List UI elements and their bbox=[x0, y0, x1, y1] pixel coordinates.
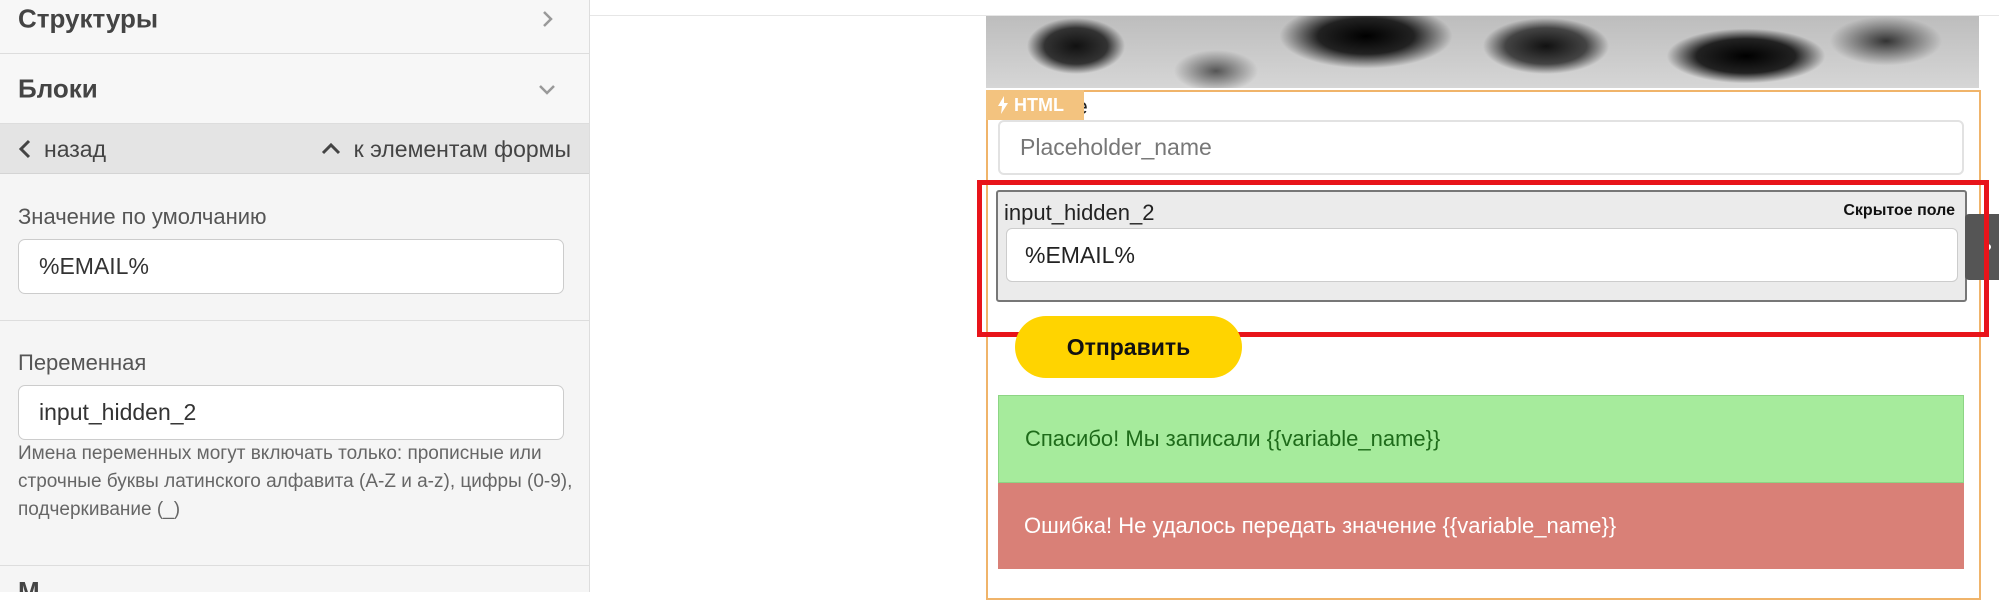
section-structures[interactable]: Структуры bbox=[0, 0, 589, 54]
default-value-input[interactable]: %EMAIL% bbox=[18, 239, 564, 294]
panel-navbar: назад к элементам формы bbox=[0, 124, 589, 174]
chevron-left-icon bbox=[18, 139, 31, 159]
html-block-badge[interactable]: HTML bbox=[986, 90, 1084, 120]
back-button[interactable]: назад bbox=[16, 124, 106, 174]
variable-help-text: Имена переменных могут включать только: … bbox=[18, 443, 573, 520]
highlight-frame bbox=[977, 180, 1989, 337]
chevron-up-icon bbox=[321, 142, 340, 155]
settings-sidebar: Структуры Блоки назад к элементам формы … bbox=[0, 0, 590, 592]
section-title: М bbox=[18, 576, 40, 592]
success-message: Спасибо! Мы записали {{variable_name}} bbox=[998, 395, 1964, 483]
chevron-right-icon bbox=[543, 10, 553, 27]
back-label: назад bbox=[44, 135, 106, 162]
name-input[interactable]: Placeholder_name bbox=[998, 120, 1964, 175]
section-blocks[interactable]: Блоки bbox=[0, 54, 589, 124]
chevron-down-icon bbox=[539, 84, 555, 95]
lightning-icon bbox=[998, 96, 1008, 114]
to-form-elements-button[interactable]: к элементам формы bbox=[320, 124, 571, 174]
section-next[interactable]: М bbox=[0, 565, 589, 592]
section-title: Структуры bbox=[18, 3, 159, 33]
variable-input[interactable]: input_hidden_2 bbox=[18, 385, 564, 440]
section-title: Блоки bbox=[18, 73, 98, 103]
divider bbox=[0, 320, 589, 321]
error-message: Ошибка! Не удалось передать значение {{v… bbox=[998, 483, 1964, 569]
header-image bbox=[986, 16, 1979, 88]
to-form-elements-label: к элементам формы bbox=[353, 135, 571, 162]
submit-button[interactable]: Отправить bbox=[1015, 316, 1242, 378]
default-value-label: Значение по умолчанию bbox=[18, 204, 267, 229]
html-badge-label: HTML bbox=[1014, 94, 1064, 115]
variable-label: Переменная bbox=[18, 350, 147, 375]
